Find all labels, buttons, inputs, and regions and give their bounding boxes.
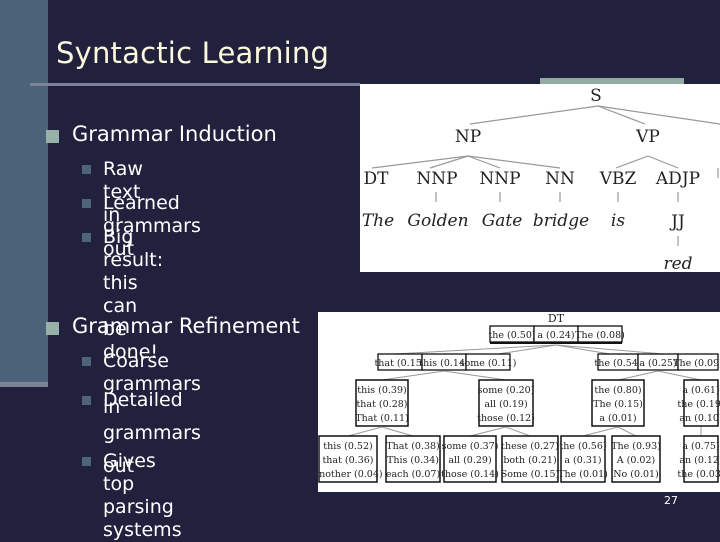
tree-word: Gate [482, 211, 523, 231]
bullet-square-icon [82, 233, 91, 242]
tree-edge [555, 344, 665, 355]
tree-edge [469, 426, 507, 437]
refinement-tree-figure: DT the (0.50) a (0.24) The (0.08) that (0.15… [313, 312, 720, 492]
refine-level3-box-text: The (0.93) [611, 441, 661, 452]
bullet-label: Grammar Induction [72, 122, 277, 146]
tree-pos-tag: NN [545, 169, 575, 189]
refine-level2-box-text: the (0.80) [594, 385, 641, 396]
refine-level3-box-text: this (0.52) [323, 441, 372, 452]
tree-word: Golden [407, 211, 468, 231]
refine-level2-box-text: a (0.01) [599, 413, 636, 424]
refine-level1-box-text: The (0.09) [673, 358, 720, 369]
tree-edge [582, 426, 619, 437]
tree-node-VP: VP [635, 127, 660, 147]
refine-level3-box-text: each (0.07) [386, 469, 440, 480]
tree-edge [443, 370, 507, 381]
refine-level3-box-text: an (0.12) [679, 455, 720, 466]
refine-level3-box-text: both (0.21) [503, 455, 556, 466]
bullet-square-icon [46, 130, 59, 143]
sub-bullet: Big result: this can be done! [82, 226, 163, 364]
refine-level1-box-text: the (0.54) [594, 358, 641, 369]
refine-level3-box-text: these (0.27) [501, 441, 559, 452]
tree-edge [381, 426, 414, 437]
sub-bullet-text: Detailed grammars [103, 389, 201, 444]
tree-edge [555, 344, 611, 355]
tree-pos-tag: DT [364, 169, 390, 189]
refine-level2-box-text: all (0.19) [484, 399, 527, 410]
bullet-grammar-refinement: Grammar Refinement [46, 314, 300, 338]
tree-pos-tag: NNP [479, 169, 520, 189]
tree-node-NP: NP [455, 127, 481, 147]
sub-bullet: Gives top parsing systems [82, 450, 182, 542]
tree-edge [347, 426, 383, 437]
refine-level3-box-text: some (0.37) [442, 441, 499, 452]
refine-level3-box-text: A (0.02) [616, 455, 655, 466]
tree-edge [617, 370, 659, 381]
refine-level3-box-text: those (0.14) [441, 469, 499, 480]
refine-level3-box-text: all (0.29) [448, 455, 491, 466]
refine-root-label: DT [548, 312, 565, 325]
refine-level3-box-text: that (0.36) [322, 455, 373, 466]
sidebar-decoration [0, 0, 48, 382]
refine-level2-box-text: an (0.10) [679, 413, 720, 424]
refine-level3-box-text: The (0.01) [558, 469, 608, 480]
sub-bullet-text: Gives top parsing [103, 450, 174, 518]
bullet-square-icon [82, 165, 91, 174]
refine-level2-box-text: The (0.15) [593, 399, 643, 410]
refine-level3-box-text: a (0.75) [682, 441, 719, 452]
tree-edge [657, 370, 702, 381]
refine-level3-box-text: Some (0.15) [501, 469, 559, 480]
refine-level2-box-text: the (0.19) [677, 399, 720, 410]
bullet-square-icon [82, 396, 91, 405]
sidebar-strip [0, 382, 48, 387]
tree-word: bridge [533, 211, 589, 231]
refine-root-box-text: the (0.50) [488, 330, 535, 341]
title-underline [30, 83, 360, 86]
refine-level1-box-text: that (0.15) [374, 358, 425, 369]
refine-level3-box-text: That (0.38) [386, 441, 440, 452]
refine-level2-box-text: That (0.11) [355, 413, 409, 424]
tree-word: red [663, 254, 692, 272]
tree-node-S: S [590, 86, 602, 106]
sub-bullet-text: systems [103, 519, 182, 541]
tree-edge [617, 426, 637, 437]
tree-pos-tag: VBZ [599, 169, 637, 189]
parse-tree-figure: S NP VP DT NNP NNP NN VBZ ADJP JJ The Go… [360, 84, 720, 274]
tree-edge [393, 344, 557, 355]
refine-level3-box-text: a (0.31) [564, 455, 601, 466]
bullet-square-icon [82, 357, 91, 366]
page-number: 27 [664, 494, 678, 507]
bullet-grammar-induction: Grammar Induction [46, 122, 277, 146]
refine-level2-box-text: those (0.12) [477, 413, 535, 424]
bullet-square-icon [82, 457, 91, 466]
bullet-square-icon [82, 199, 91, 208]
refine-level2-box-text: that (0.28) [356, 399, 407, 410]
refine-level2-box-text: some (0.20) [478, 385, 535, 396]
slide-title: Syntactic Learning [56, 36, 330, 70]
tree-word: The [362, 211, 394, 231]
tree-edge [505, 426, 531, 437]
refine-level3-box-text: No (0.01) [613, 469, 659, 480]
refine-level3-box-text: the (0.03) [677, 469, 720, 480]
refine-level1-box-text: some (0.11) [460, 358, 517, 369]
refine-level3-box-text: This (0.34) [387, 455, 439, 466]
refine-level3-box-text: the (0.56) [559, 441, 606, 452]
refine-level1-box-text: a (0.25) [639, 358, 676, 369]
tree-word: is [611, 211, 625, 231]
refine-level2-box-text: a (0.61) [682, 385, 719, 396]
refine-root-box-text: The (0.08) [575, 330, 625, 341]
bullet-square-icon [46, 322, 59, 335]
tree-pos-tag: NNP [416, 169, 457, 189]
tree-edge [381, 370, 445, 381]
refine-level3-box-text: another (0.04) [318, 469, 383, 480]
tree-pos-tag: ADJP [655, 169, 700, 189]
tree-pos-tag: JJ [669, 212, 685, 232]
refine-root-box-text: a (0.24) [537, 330, 574, 341]
bullet-label: Grammar Refinement [72, 314, 300, 338]
refine-level2-box-text: this (0.39) [357, 385, 406, 396]
